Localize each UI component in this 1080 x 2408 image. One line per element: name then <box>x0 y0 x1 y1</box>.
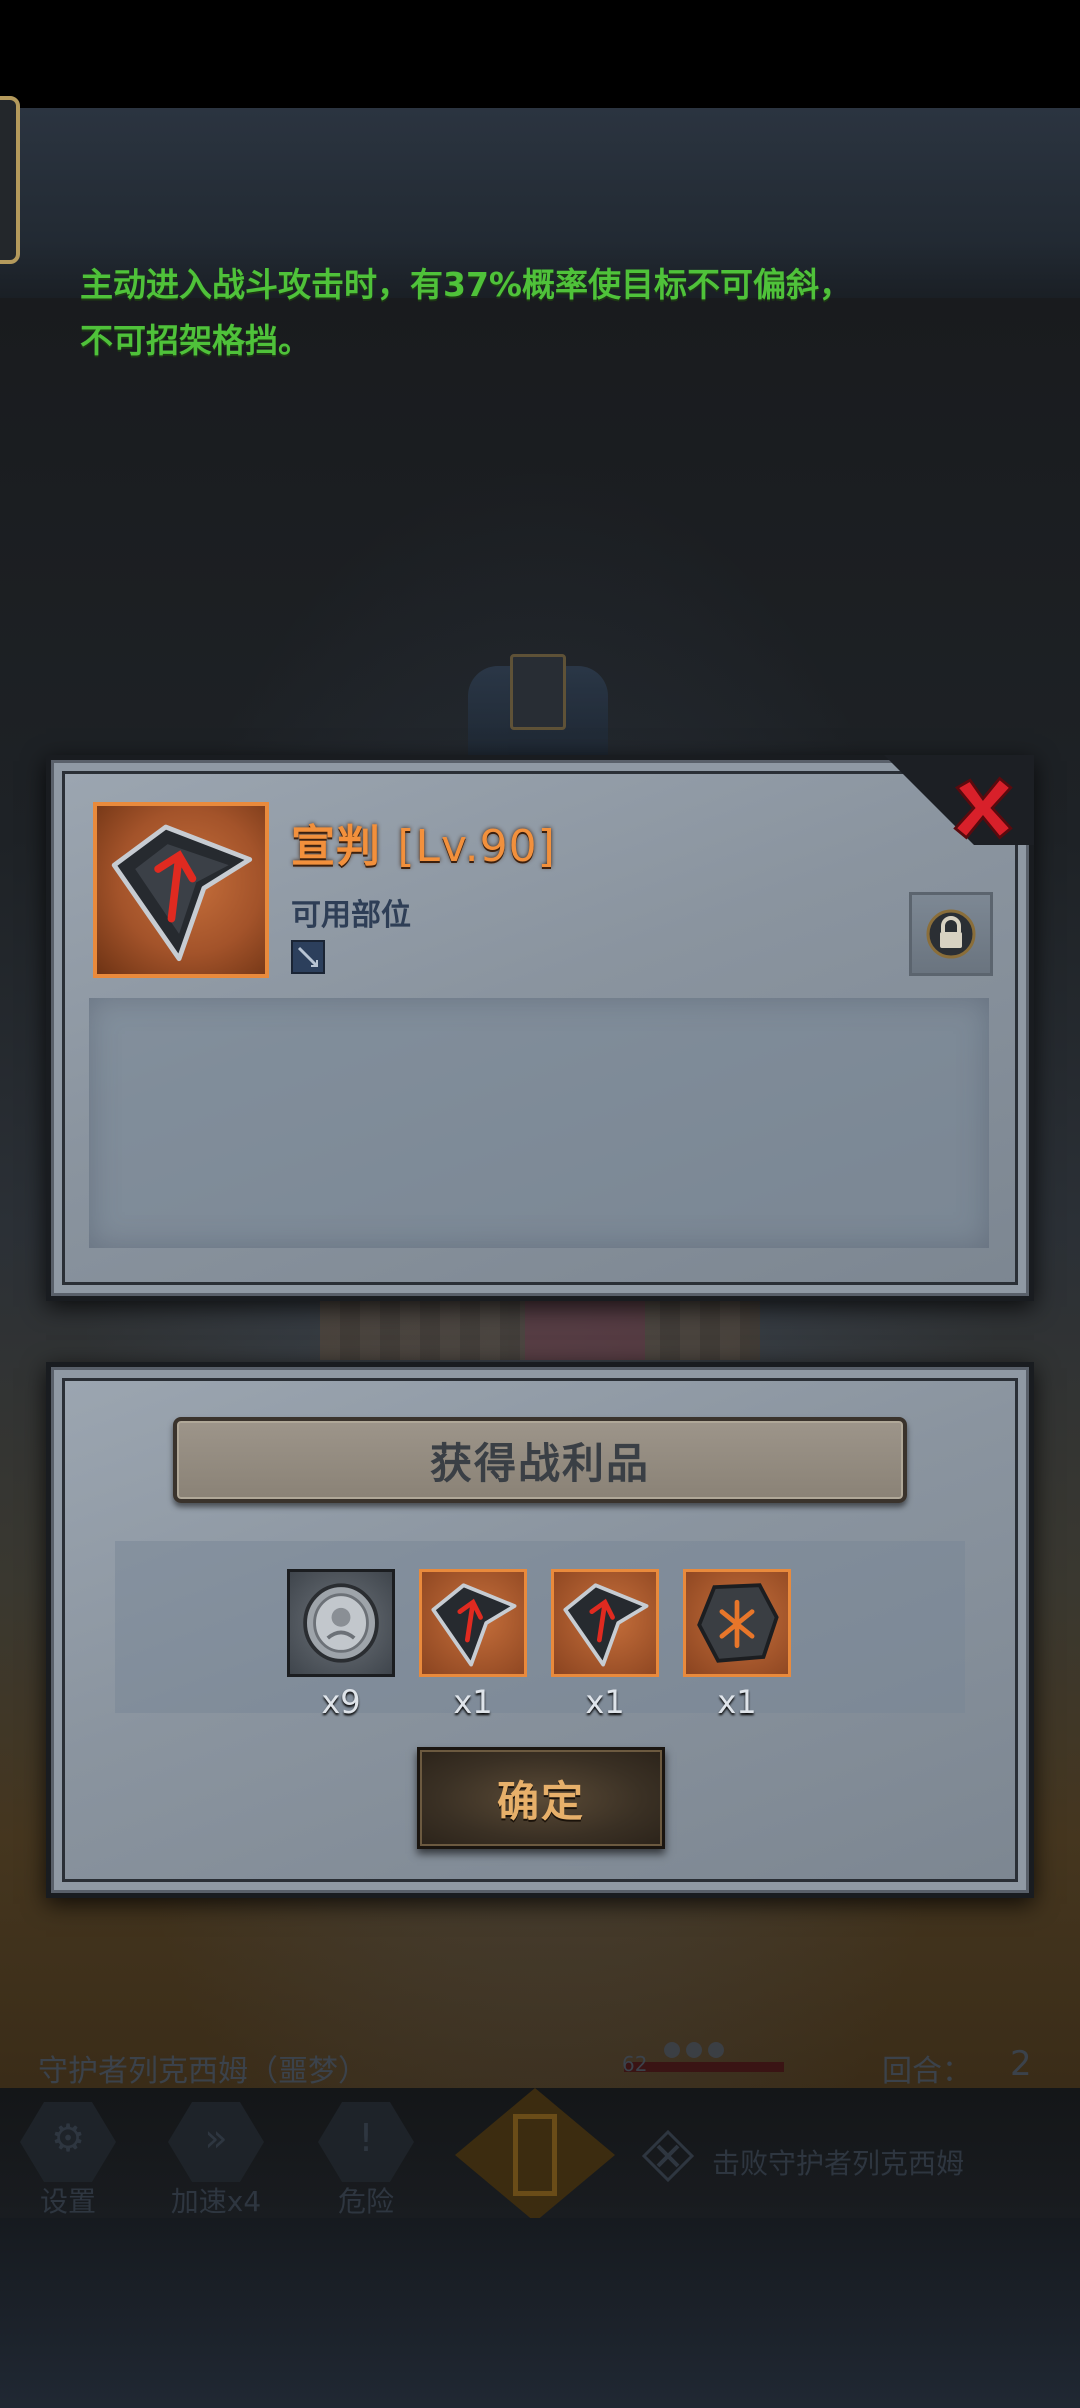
boss-hp-bar <box>624 2062 784 2072</box>
loot-item-rune[interactable] <box>683 1569 791 1677</box>
description-box <box>89 998 989 1248</box>
loot-item-coin[interactable] <box>287 1569 395 1677</box>
item-level: [Lv.90] <box>397 821 556 872</box>
gate-silhouette <box>320 1300 760 1360</box>
speed-label: 加速x4 <box>170 2185 262 2218</box>
loot-title: 获得战利品 <box>429 1438 650 1488</box>
fast-forward-icon: » <box>204 2116 228 2160</box>
danger-label: 危险 <box>337 2185 394 2218</box>
loot-item-verdict-1[interactable] <box>419 1569 527 1677</box>
verdict-shard-icon <box>431 1583 517 1667</box>
round-value: 2 <box>1010 2044 1032 2084</box>
boss-name: 守护者列克西姆（噩梦） <box>38 2054 368 2089</box>
settings-label: 设置 <box>39 2185 96 2218</box>
item-title: 宣判 [Lv.90] <box>291 810 556 874</box>
description-line-2: 不可招架格挡。 <box>80 321 311 360</box>
loot-tray <box>115 1541 965 1713</box>
boss-hp-value: 62 <box>622 2052 648 2076</box>
close-button[interactable] <box>943 768 1023 848</box>
lock-button[interactable] <box>909 892 993 976</box>
danger-button[interactable]: ! 危险 <box>306 2102 426 2218</box>
item-icon <box>93 802 269 978</box>
tower-silhouette <box>468 654 608 756</box>
round-label: 回合： <box>882 2054 972 2089</box>
verdict-shard-icon <box>111 824 253 962</box>
crossed-swords-icon <box>641 2129 695 2183</box>
item-info-panel: 宣判 [Lv.90] 可用部位 <box>46 755 1034 1301</box>
loot-count-rune: x1 <box>717 1683 757 1721</box>
verdict-shard-icon <box>563 1583 649 1667</box>
portrait-frame-edge[interactable] <box>0 96 20 264</box>
lock-icon <box>926 909 976 959</box>
bottom-band <box>0 2218 1080 2408</box>
loot-count-verdict-2: x1 <box>585 1683 625 1721</box>
silver-coin-icon <box>303 1583 379 1663</box>
description-line-1: 主动进入战斗攻击时，有37%概率使目标不可偏斜， <box>80 265 852 304</box>
item-description: 主动进入战斗攻击时，有37%概率使目标不可偏斜， 不可招架格挡。 <box>80 257 960 369</box>
loot-count-verdict-1: x1 <box>453 1683 493 1721</box>
status-bar-area <box>0 0 1080 108</box>
exclamation-icon: ! <box>358 2116 374 2160</box>
confirm-label: 确定 <box>496 1776 585 1826</box>
loot-item-verdict-2[interactable] <box>551 1569 659 1677</box>
speed-button[interactable]: » 加速x4 <box>156 2102 276 2218</box>
loot-count-coin: x9 <box>321 1683 361 1721</box>
settings-button[interactable]: ⚙ 设置 <box>8 2102 128 2218</box>
slot-label: 可用部位 <box>291 898 411 933</box>
rune-stone-icon <box>697 1583 779 1663</box>
weapon-slot-icon <box>291 940 325 974</box>
close-icon[interactable] <box>946 771 1020 845</box>
boss-hp-dots <box>664 2042 784 2058</box>
item-name: 宣判 <box>291 821 381 872</box>
gear-icon: ⚙ <box>50 2116 86 2160</box>
objective-text: 击败守护者列克西姆 <box>712 2147 965 2180</box>
loot-panel: 获得战利品 x9 x1 x1 x1 确定 <box>46 1362 1034 1898</box>
loot-title-banner: 获得战利品 <box>173 1417 907 1503</box>
confirm-button[interactable]: 确定 <box>417 1747 665 1849</box>
